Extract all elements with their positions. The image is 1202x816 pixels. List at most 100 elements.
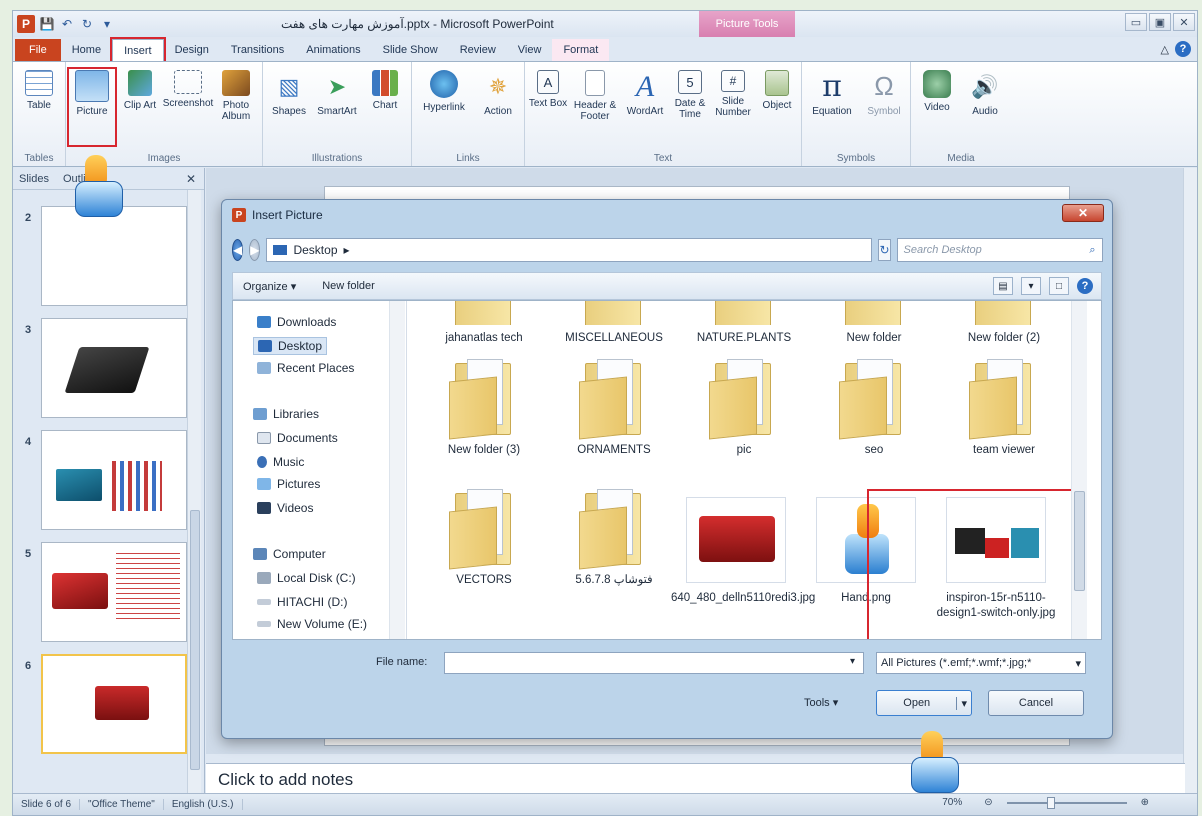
shapes-button[interactable]: ▧ Shapes — [265, 68, 313, 166]
date-time-button[interactable]: 5 Date & Time — [669, 68, 711, 166]
photo-album-button[interactable]: Photo Album — [212, 68, 260, 166]
folder-item[interactable]: New folder (2) — [939, 301, 1069, 346]
folder-item[interactable]: MISCELLANEOUS — [549, 301, 679, 346]
screenshot-button[interactable]: Screenshot — [163, 68, 213, 166]
tab-slide-show[interactable]: Slide Show — [372, 39, 449, 61]
folder-item[interactable]: team viewer — [939, 357, 1069, 458]
notes-pane[interactable]: Click to add notes — [206, 763, 1185, 794]
symbol-button[interactable]: Ω Symbol — [860, 68, 908, 166]
tab-review[interactable]: Review — [449, 39, 507, 61]
folder-item[interactable]: New folder (3) — [419, 357, 549, 458]
customize-qat-icon[interactable]: ▾ — [99, 16, 115, 32]
folder-item[interactable]: jahanatlas tech — [419, 301, 549, 346]
navigation-scrollbar[interactable] — [389, 301, 405, 639]
folder-item[interactable]: 5.6.7.8 فتوشاپ — [549, 487, 679, 588]
header-footer-button[interactable]: Header & Footer — [569, 68, 621, 166]
undo-icon[interactable]: ↶ — [59, 16, 75, 32]
slide-thumbnail-5[interactable] — [41, 542, 187, 642]
view-dropdown-icon[interactable]: ▾ — [1021, 277, 1041, 295]
close-window-button[interactable]: ✕ — [1173, 13, 1195, 31]
folder-item[interactable]: seo — [809, 357, 939, 458]
video-button[interactable]: Video — [913, 68, 961, 166]
tools-menu[interactable]: Tools ▾ — [804, 696, 838, 709]
slide-thumbnail-6[interactable] — [41, 654, 187, 754]
tab-slides[interactable]: Slides — [19, 173, 49, 185]
language-indicator[interactable]: English (U.S.) — [164, 799, 243, 810]
table-button[interactable]: Table — [15, 68, 63, 166]
object-button[interactable]: Object — [755, 68, 799, 166]
breadcrumb-arrow-icon[interactable]: ▸ — [344, 243, 350, 257]
zoom-level[interactable]: 70% — [934, 797, 970, 808]
nav-local-disk-c[interactable]: Local Disk (C:) — [257, 571, 356, 585]
tab-home[interactable]: Home — [61, 39, 112, 61]
tab-format[interactable]: Format — [552, 39, 610, 61]
slides-scrollbar[interactable] — [187, 190, 201, 794]
picture-button[interactable]: Picture — [67, 67, 117, 147]
nav-music[interactable]: Music — [257, 455, 304, 469]
wordart-button[interactable]: A WordArt — [621, 68, 669, 166]
preview-pane-icon[interactable]: □ — [1049, 277, 1069, 295]
text-box-button[interactable]: A Text Box — [527, 68, 569, 166]
tab-insert[interactable]: Insert — [110, 37, 166, 63]
dialog-close-button[interactable]: ✕ — [1062, 204, 1104, 222]
file-name-dropdown-icon[interactable]: ▾ — [850, 656, 855, 667]
file-name-input[interactable] — [444, 652, 864, 674]
folder-item[interactable]: VECTORS — [419, 487, 549, 588]
image-file-item[interactable]: 640_480_delln5110redi3.jpg — [671, 497, 815, 606]
main-scrollbar[interactable] — [1183, 168, 1197, 794]
tab-transitions[interactable]: Transitions — [220, 39, 295, 61]
nav-pictures[interactable]: Pictures — [257, 477, 320, 491]
new-folder-button[interactable]: New folder — [322, 280, 375, 292]
nav-downloads[interactable]: Downloads — [257, 315, 336, 329]
help-icon[interactable]: ? — [1175, 41, 1191, 57]
clip-art-button[interactable]: Clip Art — [116, 68, 164, 166]
folder-item[interactable]: New folder — [809, 301, 939, 346]
save-icon[interactable]: 💾 — [39, 16, 55, 32]
nav-computer[interactable]: Computer — [253, 547, 326, 561]
nav-hitachi-d[interactable]: HITACHI (D:) — [257, 595, 347, 609]
equation-button[interactable]: π Equation — [804, 68, 860, 166]
zoom-out-icon[interactable]: ⊝ — [976, 797, 1000, 808]
nav-libraries[interactable]: Libraries — [253, 407, 319, 421]
redo-icon[interactable]: ↻ — [79, 16, 95, 32]
restore-button[interactable]: ▣ — [1149, 13, 1171, 31]
smartart-button[interactable]: ➤ SmartArt — [313, 68, 361, 166]
zoom-in-icon[interactable]: ⊕ — [1133, 797, 1157, 808]
close-panel-icon[interactable]: ✕ — [186, 172, 196, 186]
tab-design[interactable]: Design — [164, 39, 220, 61]
scroll-thumb[interactable] — [190, 510, 200, 770]
scroll-thumb[interactable] — [1074, 491, 1085, 591]
folder-item[interactable]: NATURE.PLANTS — [679, 301, 809, 346]
slide-thumbnail-3[interactable] — [41, 318, 187, 418]
zoom-slider-knob[interactable] — [1046, 796, 1055, 809]
address-bar[interactable]: Desktop ▸ — [266, 238, 873, 262]
open-button[interactable]: Open ▾ — [876, 690, 972, 716]
file-type-filter[interactable]: All Pictures (*.emf;*.wmf;*.jpg;* ▾ — [876, 652, 1086, 674]
slide-number-button[interactable]: # Slide Number — [711, 68, 755, 166]
folder-item[interactable]: ORNAMENTS — [549, 357, 679, 458]
chart-button[interactable]: Chart — [361, 68, 409, 166]
cancel-button[interactable]: Cancel — [988, 690, 1084, 716]
organize-menu[interactable]: Organize ▾ — [243, 280, 296, 293]
audio-button[interactable]: 🔊 Audio — [961, 68, 1009, 166]
nav-videos[interactable]: Videos — [257, 501, 313, 515]
minimize-button[interactable]: ▭ — [1125, 13, 1147, 31]
dialog-help-icon[interactable]: ? — [1077, 278, 1093, 294]
hyperlink-button[interactable]: Hyperlink — [414, 68, 474, 166]
zoom-slider[interactable] — [1006, 796, 1127, 809]
file-list-scrollbar[interactable] — [1071, 301, 1087, 639]
tab-file[interactable]: File — [15, 39, 61, 61]
nav-documents[interactable]: Documents — [257, 431, 338, 445]
slide-thumbnail-2[interactable] — [41, 206, 187, 306]
minimize-ribbon-icon[interactable]: △ — [1161, 43, 1169, 56]
folder-item[interactable]: pic — [679, 357, 809, 458]
forward-icon[interactable]: ▶ — [249, 239, 261, 261]
open-split-dropdown-icon[interactable]: ▾ — [956, 696, 971, 710]
refresh-icon[interactable]: ↻ — [878, 239, 891, 261]
nav-new-volume-e[interactable]: New Volume (E:) — [257, 617, 367, 631]
action-button[interactable]: ✵ Action — [474, 68, 522, 166]
back-icon[interactable]: ◀ — [232, 239, 244, 261]
tab-animations[interactable]: Animations — [295, 39, 371, 61]
nav-desktop[interactable]: Desktop — [253, 337, 328, 355]
nav-recent-places[interactable]: Recent Places — [257, 361, 354, 375]
